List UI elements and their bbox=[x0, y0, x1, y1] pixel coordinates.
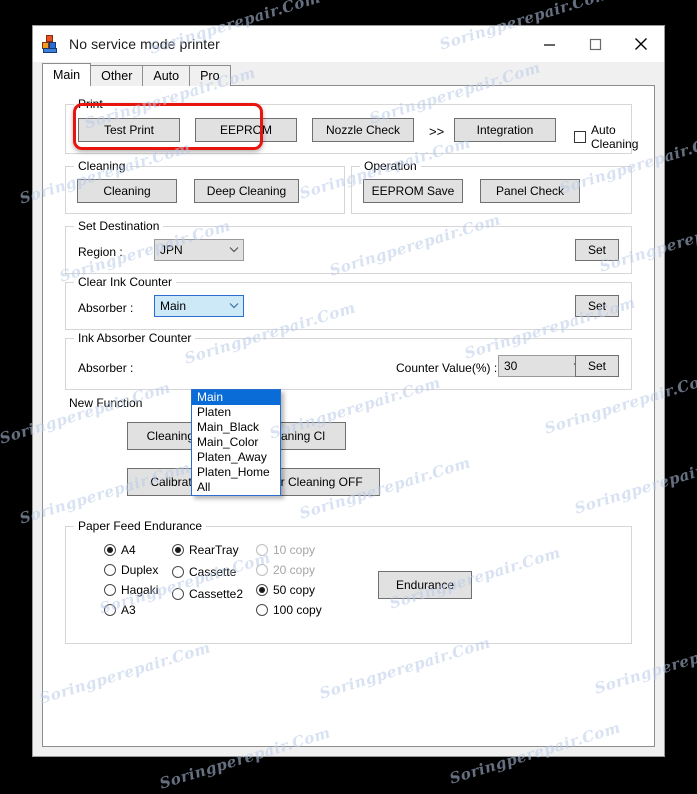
eeprom-button[interactable]: EEPROM bbox=[195, 118, 297, 142]
print-group: Print Test Print EEPROM Nozzle Check >> … bbox=[65, 97, 638, 154]
absorber-dropdown-list[interactable]: Main Platen Main_Black Main_Color Platen… bbox=[191, 389, 281, 496]
radio-source-cassette2[interactable]: Cassette2 bbox=[172, 587, 243, 601]
eeprom-save-button[interactable]: EEPROM Save bbox=[363, 179, 463, 203]
ink-absorber-counter-group-title: Ink Absorber Counter bbox=[74, 331, 196, 345]
set-destination-group: Set Destination Region : JPN Set bbox=[65, 219, 632, 274]
radio-label: A4 bbox=[121, 543, 136, 557]
set-destination-group-title: Set Destination bbox=[74, 219, 164, 233]
cleaning-button[interactable]: Cleaning bbox=[77, 179, 177, 203]
clear-ink-absorber-label: Absorber : bbox=[78, 301, 134, 315]
ink-absorber-counter-group: Ink Absorber Counter Absorber : Counter … bbox=[65, 331, 632, 390]
print-group-title: Print bbox=[74, 97, 107, 111]
nozzle-check-button[interactable]: Nozzle Check bbox=[312, 118, 414, 142]
operation-group-title: Operation bbox=[360, 159, 421, 173]
radio-circle bbox=[104, 564, 116, 576]
radio-circle bbox=[172, 566, 184, 578]
chevron-down-icon bbox=[225, 245, 243, 256]
window-title: No service mode printer bbox=[69, 36, 220, 52]
paper-feed-endurance-group: Paper Feed Endurance A4 Duplex Hagaki A3 bbox=[65, 519, 632, 644]
absorber-combo-value: Main bbox=[160, 299, 187, 313]
tab-other[interactable]: Other bbox=[90, 65, 144, 86]
radio-source-reartray[interactable]: RearTray bbox=[172, 543, 239, 557]
radio-source-cassette[interactable]: Cassette bbox=[172, 565, 236, 579]
radio-label: A3 bbox=[121, 603, 136, 617]
auto-cleaning-checkbox[interactable]: Auto Cleaning bbox=[574, 123, 638, 151]
radio-label: 20 copy bbox=[273, 563, 316, 577]
clear-ink-counter-group: Clear Ink Counter Absorber : Main Set bbox=[65, 275, 632, 330]
dropdown-option-main-black[interactable]: Main_Black bbox=[192, 420, 280, 435]
radio-circle bbox=[256, 544, 268, 556]
radio-circle bbox=[104, 604, 116, 616]
region-combo-value: JPN bbox=[160, 243, 183, 257]
radio-paper-a4[interactable]: A4 bbox=[104, 543, 136, 557]
radio-circle bbox=[172, 588, 184, 600]
close-button[interactable] bbox=[618, 26, 664, 62]
radio-circle bbox=[104, 584, 116, 596]
radio-paper-duplex[interactable]: Duplex bbox=[104, 563, 158, 577]
dropdown-option-platen-home[interactable]: Platen_Home bbox=[192, 465, 280, 480]
region-combo[interactable]: JPN bbox=[154, 239, 244, 261]
radio-circle bbox=[172, 544, 184, 556]
cleaning-group: Cleaning Cleaning Deep Cleaning bbox=[65, 159, 345, 214]
radio-circle bbox=[256, 564, 268, 576]
chevron-down-icon bbox=[225, 301, 243, 312]
minimize-button[interactable] bbox=[526, 26, 572, 62]
dropdown-option-all[interactable]: All bbox=[192, 480, 280, 495]
ink-absorber-set-button[interactable]: Set bbox=[575, 355, 619, 377]
radio-circle bbox=[256, 604, 268, 616]
tab-main[interactable]: Main bbox=[42, 63, 92, 86]
radio-copies-20[interactable]: 20 copy bbox=[256, 563, 315, 577]
dropdown-option-main[interactable]: Main bbox=[192, 390, 280, 405]
radio-paper-hagaki[interactable]: Hagaki bbox=[104, 583, 158, 597]
deep-cleaning-button[interactable]: Deep Cleaning bbox=[194, 179, 299, 203]
dropdown-option-platen-away[interactable]: Platen_Away bbox=[192, 450, 280, 465]
tab-pro[interactable]: Pro bbox=[189, 65, 231, 86]
chevron-right-icon: >> bbox=[429, 124, 445, 139]
application-window: No service mode printer Main Other Auto … bbox=[32, 25, 665, 757]
test-print-button[interactable]: Test Print bbox=[78, 118, 180, 142]
tab-auto[interactable]: Auto bbox=[142, 65, 191, 86]
clear-ink-set-button[interactable]: Set bbox=[575, 295, 619, 317]
radio-circle bbox=[104, 544, 116, 556]
counter-value-combo-value: 30 bbox=[504, 359, 518, 373]
radio-circle bbox=[256, 584, 268, 596]
tab-page-main: Print Test Print EEPROM Nozzle Check >> … bbox=[42, 85, 655, 747]
cleaning-group-title: Cleaning bbox=[74, 159, 130, 173]
absorber-combo[interactable]: Main bbox=[154, 295, 244, 317]
radio-label: 10 copy bbox=[273, 543, 316, 557]
panel-check-button[interactable]: Panel Check bbox=[480, 179, 580, 203]
new-function-group: New Function Cleaning Bk Cleaning Cl Cal… bbox=[65, 396, 632, 516]
window-controls bbox=[526, 26, 664, 62]
auto-cleaning-label: Auto Cleaning bbox=[591, 123, 639, 151]
maximize-button[interactable] bbox=[572, 26, 618, 62]
radio-copies-10[interactable]: 10 copy bbox=[256, 543, 315, 557]
dropdown-option-platen[interactable]: Platen bbox=[192, 405, 280, 420]
endurance-button[interactable]: Endurance bbox=[378, 571, 472, 599]
radio-label: RearTray bbox=[189, 543, 239, 557]
radio-paper-a3[interactable]: A3 bbox=[104, 603, 136, 617]
dropdown-option-main-color[interactable]: Main_Color bbox=[192, 435, 280, 450]
counter-value-label: Counter Value(%) : bbox=[396, 361, 498, 375]
region-label: Region : bbox=[78, 245, 123, 259]
radio-label: Hagaki bbox=[121, 583, 159, 597]
region-set-button[interactable]: Set bbox=[575, 239, 619, 261]
operation-group: Operation EEPROM Save Panel Check bbox=[351, 159, 632, 214]
radio-label: 100 copy bbox=[273, 603, 322, 617]
clear-ink-counter-group-title: Clear Ink Counter bbox=[74, 275, 177, 289]
new-function-group-title: New Function bbox=[65, 396, 147, 410]
radio-label: 50 copy bbox=[273, 583, 316, 597]
title-bar: No service mode printer bbox=[33, 26, 664, 62]
radio-label: Cassette2 bbox=[189, 587, 244, 601]
radio-copies-50[interactable]: 50 copy bbox=[256, 583, 315, 597]
radio-label: Duplex bbox=[121, 563, 159, 577]
radio-copies-100[interactable]: 100 copy bbox=[256, 603, 322, 617]
ink-absorber-label: Absorber : bbox=[78, 361, 134, 375]
checkbox-box bbox=[574, 131, 586, 143]
printer-app-icon bbox=[42, 35, 60, 53]
paper-feed-group-title: Paper Feed Endurance bbox=[74, 519, 207, 533]
integration-button[interactable]: Integration bbox=[454, 118, 556, 142]
radio-label: Cassette bbox=[189, 565, 237, 579]
tab-strip: Main Other Auto Pro bbox=[42, 63, 231, 86]
client-area: Main Other Auto Pro Print Test Print EEP… bbox=[33, 62, 664, 756]
